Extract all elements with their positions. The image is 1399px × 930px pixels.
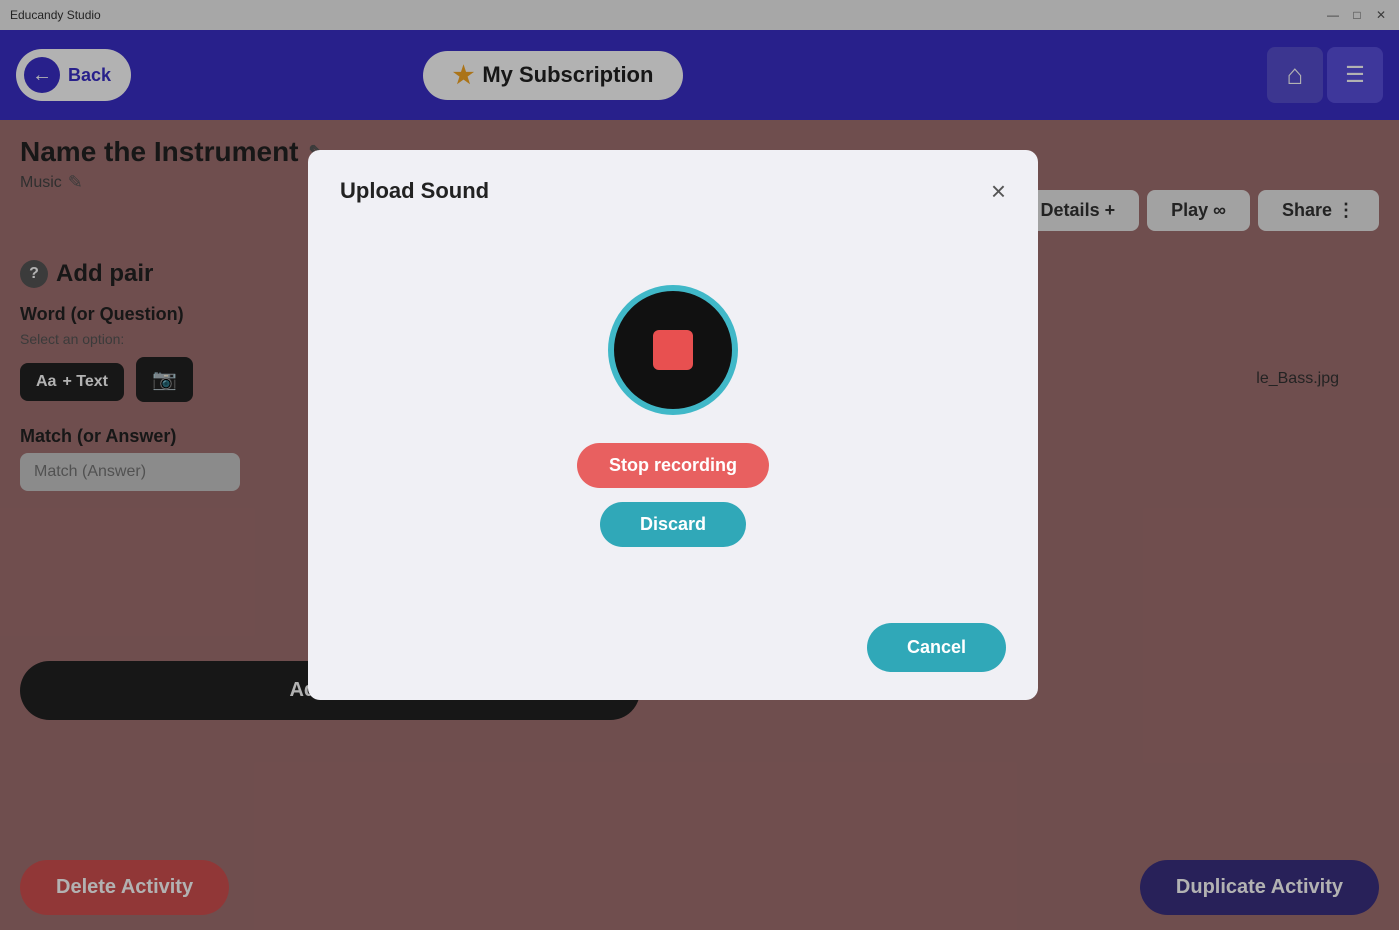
- modal-close-button[interactable]: ×: [991, 178, 1006, 204]
- stop-square-icon: [653, 330, 693, 370]
- stop-recording-button[interactable]: Stop recording: [577, 443, 769, 488]
- discard-button[interactable]: Discard: [600, 502, 746, 547]
- modal-footer: Cancel: [340, 607, 1006, 672]
- upload-sound-modal: Upload Sound × Stop recording Discard Ca…: [308, 150, 1038, 700]
- record-button[interactable]: [608, 285, 738, 415]
- cancel-button[interactable]: Cancel: [867, 623, 1006, 672]
- modal-header: Upload Sound ×: [340, 178, 1006, 204]
- modal-overlay: Upload Sound × Stop recording Discard Ca…: [0, 0, 1399, 930]
- modal-title: Upload Sound: [340, 178, 489, 204]
- modal-body: Stop recording Discard: [340, 224, 1006, 607]
